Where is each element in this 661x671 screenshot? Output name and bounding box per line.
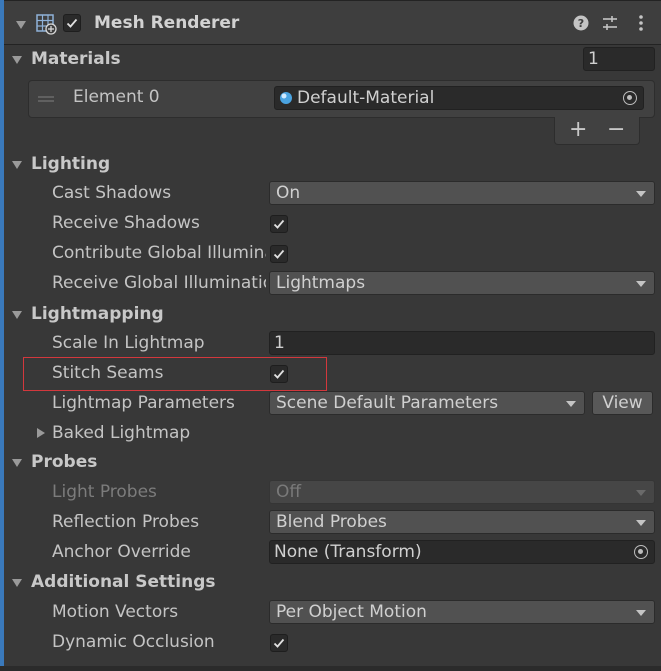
scale-in-lightmap-field[interactable]: 1 [269,331,655,355]
material-sphere-icon [280,92,292,104]
checkmark-icon [273,219,285,229]
receive-gi-dropdown[interactable]: Lightmaps [269,271,655,295]
receive-shadows-label: Receive Shadows [52,213,200,233]
reflection-probes-value: Blend Probes [276,512,387,532]
inspector-accent-bar [0,0,4,671]
checkmark-icon [273,638,285,648]
dropdown-arrow-icon [636,520,646,526]
lightmap-parameters-dropdown[interactable]: Scene Default Parameters [269,391,585,415]
dynamic-occlusion-label: Dynamic Occlusion [52,632,215,652]
dropdown-arrow-icon [566,401,576,407]
dropdown-arrow-icon [636,610,646,616]
cast-shadows-label: Cast Shadows [52,183,172,203]
stitch-seams-highlight [23,357,327,391]
anchor-override-field[interactable]: None (Transform) [269,540,655,564]
contribute-gi-checkbox[interactable] [270,245,288,263]
kebab-menu-icon[interactable] [631,12,651,34]
dropdown-arrow-icon [636,191,646,197]
mesh-renderer-icon [36,14,57,35]
materials-fold-icon[interactable] [12,56,22,64]
view-button[interactable]: View [592,391,653,415]
materials-list: Element 0 Default-Material [28,80,655,118]
additional-settings-fold-icon[interactable] [12,579,22,587]
dropdown-arrow-icon [636,281,646,287]
materials-section-title[interactable]: Materials [31,49,121,69]
contribute-gi-label: Contribute Global Illumination [52,243,266,263]
svg-text:?: ? [578,17,584,30]
component-title: Mesh Renderer [94,13,240,33]
receive-gi-label: Receive Global Illumination [52,273,266,293]
light-probes-dropdown: Off [269,480,655,504]
additional-settings-section-title[interactable]: Additional Settings [31,572,216,592]
scale-in-lightmap-label: Scale In Lightmap [52,333,205,353]
lightmapping-section-title[interactable]: Lightmapping [31,304,164,324]
material-name: Default-Material [297,88,435,108]
materials-count-field[interactable]: 1 [583,47,655,71]
component-enabled-checkbox[interactable] [63,14,81,32]
object-picker-icon[interactable] [623,91,637,105]
remove-element-button[interactable]: − [607,117,625,142]
fold-arrow-icon[interactable] [16,21,26,29]
baked-lightmap-label[interactable]: Baked Lightmap [52,423,267,443]
lightmapping-fold-icon[interactable] [12,311,22,319]
list-add-remove-bar: + − [554,117,640,145]
baked-lightmap-fold-icon[interactable] [37,428,45,438]
dynamic-occlusion-checkbox[interactable] [270,634,288,652]
probes-fold-icon[interactable] [12,459,22,467]
component-header[interactable]: Mesh Renderer ? [4,1,661,45]
cast-shadows-dropdown[interactable]: On [269,181,655,205]
light-probes-value: Off [276,482,302,502]
drag-handle-icon[interactable] [37,94,55,104]
probes-section-title[interactable]: Probes [31,452,97,472]
dropdown-arrow-icon [636,490,646,496]
lightmap-parameters-label: Lightmap Parameters [52,393,235,413]
bottom-border [0,666,661,671]
checkmark-icon [66,18,78,28]
anchor-override-label: Anchor Override [52,542,191,562]
add-element-button[interactable]: + [569,117,587,142]
motion-vectors-label: Motion Vectors [52,602,179,622]
lighting-fold-icon[interactable] [12,161,22,169]
light-probes-label: Light Probes [52,482,157,502]
reflection-probes-dropdown[interactable]: Blend Probes [269,510,655,534]
material-object-field[interactable]: Default-Material [274,86,644,110]
motion-vectors-value: Per Object Motion [276,602,427,622]
help-icon[interactable]: ? [571,12,591,34]
motion-vectors-dropdown[interactable]: Per Object Motion [269,600,655,624]
presets-icon[interactable] [600,12,620,34]
element-0-label: Element 0 [73,87,160,107]
checkmark-icon [273,249,285,259]
object-picker-icon[interactable] [634,545,648,559]
lightmap-parameters-value: Scene Default Parameters [276,393,499,413]
anchor-override-value: None (Transform) [274,542,422,562]
lighting-section-title[interactable]: Lighting [31,154,110,174]
cast-shadows-value: On [276,183,301,203]
receive-shadows-checkbox[interactable] [270,215,288,233]
reflection-probes-label: Reflection Probes [52,512,200,532]
receive-gi-value: Lightmaps [276,273,366,293]
